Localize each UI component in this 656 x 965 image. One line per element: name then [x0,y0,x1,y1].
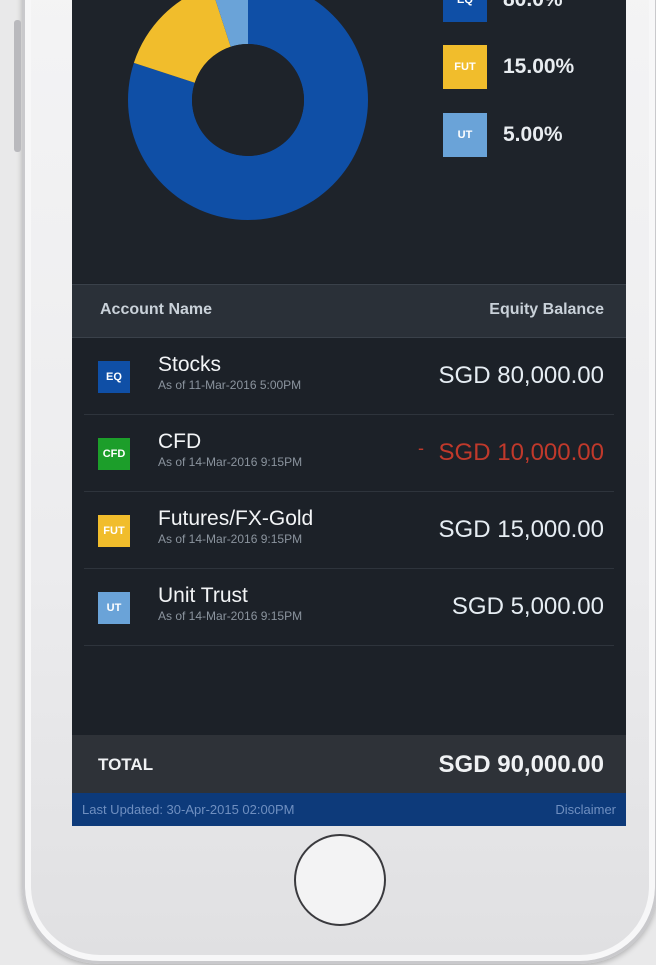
account-name: Stocks [158,353,222,376]
footer-bar: Last Updated: 30-Apr-2015 02:00PM Discla… [72,793,626,826]
legend-item-fut: FUT 15.00% [443,45,574,89]
column-header-account-name: Account Name [100,301,213,318]
app-screen: EQ 80.0% FUT 15.00% UT 5.00% Account Nam… [72,0,626,826]
phone-side-button [14,20,21,152]
donut-center-hole [192,44,304,156]
account-balance: SGD 10,000.00 [438,439,604,466]
account-name: CFD [158,430,202,453]
legend-swatch-eq: EQ [443,0,487,22]
account-balance: SGD 5,000.00 [451,593,604,620]
legend-item-ut: UT 5.00% [443,113,563,157]
accounts-table-header: Account Name Equity Balance [72,284,626,338]
last-updated-text: Last Updated: 30-Apr-2015 02:00PM [82,802,295,817]
total-bar: TOTAL SGD 90,000.00 [72,735,626,793]
account-as-of-date: As of 11-Mar-2016 5:00PM [158,378,302,392]
account-type-badge: EQ [98,361,130,393]
total-value: SGD 90,000.00 [438,751,604,778]
account-name: Futures/FX-Gold [158,507,314,530]
allocation-donut-chart [128,0,368,220]
account-balance: SGD 80,000.00 [438,362,604,389]
total-label: TOTAL [98,755,154,774]
negative-sign: - [418,438,424,458]
account-balance: SGD 15,000.00 [438,516,604,543]
legend-swatch-fut: FUT [443,45,487,89]
legend-value-fut: 15.00% [503,55,575,78]
account-as-of-date: As of 14-Mar-2016 9:15PM [158,455,303,469]
account-row-cfd[interactable]: CFD CFD As of 14-Mar-2016 9:15PM - SGD 1… [84,415,614,492]
account-row-stocks[interactable]: EQ Stocks As of 11-Mar-2016 5:00PM SGD 8… [84,338,614,415]
account-row-unit-trust[interactable]: UT Unit Trust As of 14-Mar-2016 9:15PM S… [84,569,614,646]
account-type-badge: CFD [98,438,130,470]
legend-value-ut: 5.00% [503,123,563,146]
account-type-badge: FUT [98,515,130,547]
column-header-equity-balance: Equity Balance [489,301,604,318]
portfolio-chart-area: EQ 80.0% FUT 15.00% UT 5.00% [72,0,626,283]
account-type-badge: UT [98,592,130,624]
home-button[interactable] [294,834,386,926]
legend-value-eq: 80.0% [503,0,563,12]
legend-item-eq: EQ 80.0% [443,0,563,22]
account-as-of-date: As of 14-Mar-2016 9:15PM [158,609,303,623]
legend-swatch-ut: UT [443,113,487,157]
account-as-of-date: As of 14-Mar-2016 9:15PM [158,532,303,546]
account-name: Unit Trust [158,584,248,607]
account-row-futures[interactable]: FUT Futures/FX-Gold As of 14-Mar-2016 9:… [84,492,614,569]
disclaimer-link[interactable]: Disclaimer [555,802,616,817]
